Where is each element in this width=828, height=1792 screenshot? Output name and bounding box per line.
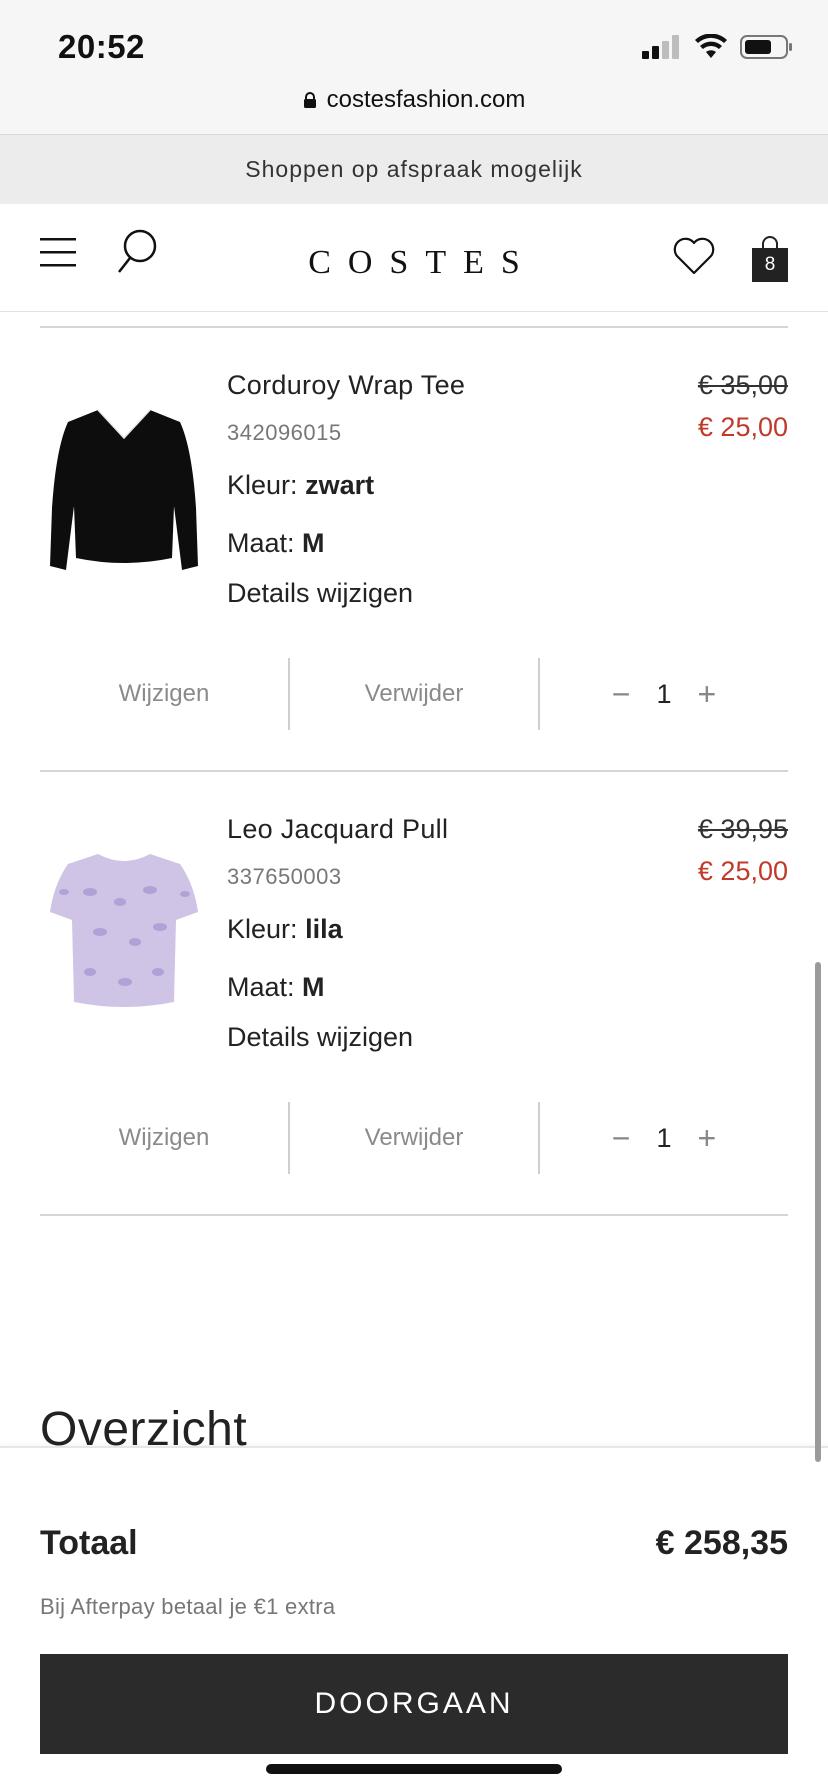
signal-icon (642, 35, 679, 59)
plus-icon[interactable]: + (698, 678, 717, 710)
divider (40, 1214, 788, 1216)
wishlist-heart-icon[interactable] (672, 236, 716, 276)
minus-icon[interactable]: − (612, 678, 631, 710)
total-label: Totaal (40, 1524, 138, 1562)
item-actions: Wijzigen Verwijder − 1 + (40, 658, 788, 730)
sale-price: € 25,00 (697, 856, 788, 886)
quantity-stepper: − 1 + (540, 658, 788, 730)
item-name[interactable]: Leo Jacquard Pull (227, 814, 448, 845)
product-shape (50, 410, 198, 570)
announcement-bar: Shoppen op afspraak mogelijk (0, 134, 828, 204)
item-name[interactable]: Corduroy Wrap Tee (227, 370, 465, 401)
item-color: Kleur: lila (227, 914, 343, 944)
product-thumbnail[interactable] (40, 832, 208, 1032)
item-sku: 342096015 (227, 420, 342, 445)
quantity-stepper: − 1 + (540, 1102, 788, 1174)
cart-item: Leo Jacquard Pull 337650003 Kleur: lila … (0, 772, 828, 1212)
wifi-icon (695, 34, 727, 58)
edit-item-button[interactable]: Wijzigen (40, 1102, 288, 1174)
item-sku: 337650003 (227, 864, 342, 889)
change-details-link[interactable]: Details wijzigen (227, 1022, 413, 1053)
original-price: € 35,00 (697, 370, 788, 400)
minus-icon[interactable]: − (612, 1122, 631, 1154)
quantity-value: 1 (656, 678, 672, 709)
status-time: 20:52 (58, 28, 145, 65)
item-size: Maat: M (227, 972, 325, 1002)
scrollbar[interactable] (815, 962, 821, 1462)
status-bar: 20:52 costesfashion.com (0, 0, 828, 134)
remove-item-button[interactable]: Verwijder (290, 658, 538, 730)
url-bar[interactable]: costesfashion.com (0, 86, 828, 114)
afterpay-note: Bij Afterpay betaal je €1 extra (40, 1594, 336, 1619)
change-details-link[interactable]: Details wijzigen (227, 578, 413, 609)
lock-icon (303, 92, 316, 108)
item-actions: Wijzigen Verwijder − 1 + (40, 1102, 788, 1174)
item-color: Kleur: zwart (227, 470, 375, 500)
remove-item-button[interactable]: Verwijder (290, 1102, 538, 1174)
home-indicator[interactable] (266, 1764, 562, 1774)
sale-price: € 25,00 (697, 412, 788, 442)
battery-icon (740, 35, 792, 59)
edit-item-button[interactable]: Wijzigen (40, 658, 288, 730)
item-size: Maat: M (227, 528, 325, 558)
checkout-button[interactable]: DOORGAAN (40, 1654, 788, 1754)
plus-icon[interactable]: + (698, 1122, 717, 1154)
order-summary: Totaal € 258,35 Bij Afterpay betaal je €… (0, 1446, 828, 1792)
total-value: € 258,35 (655, 1524, 788, 1562)
url-text: costesfashion.com (326, 86, 526, 113)
original-price: € 39,95 (697, 814, 788, 844)
bag-count-badge[interactable]: 8 (752, 248, 788, 282)
product-thumbnail[interactable] (40, 388, 208, 588)
quantity-value: 1 (656, 1122, 672, 1153)
status-icons (642, 34, 794, 60)
cart-item: Corduroy Wrap Tee 342096015 Kleur: zwart… (0, 328, 828, 768)
site-header: COSTES 8 (0, 204, 828, 312)
